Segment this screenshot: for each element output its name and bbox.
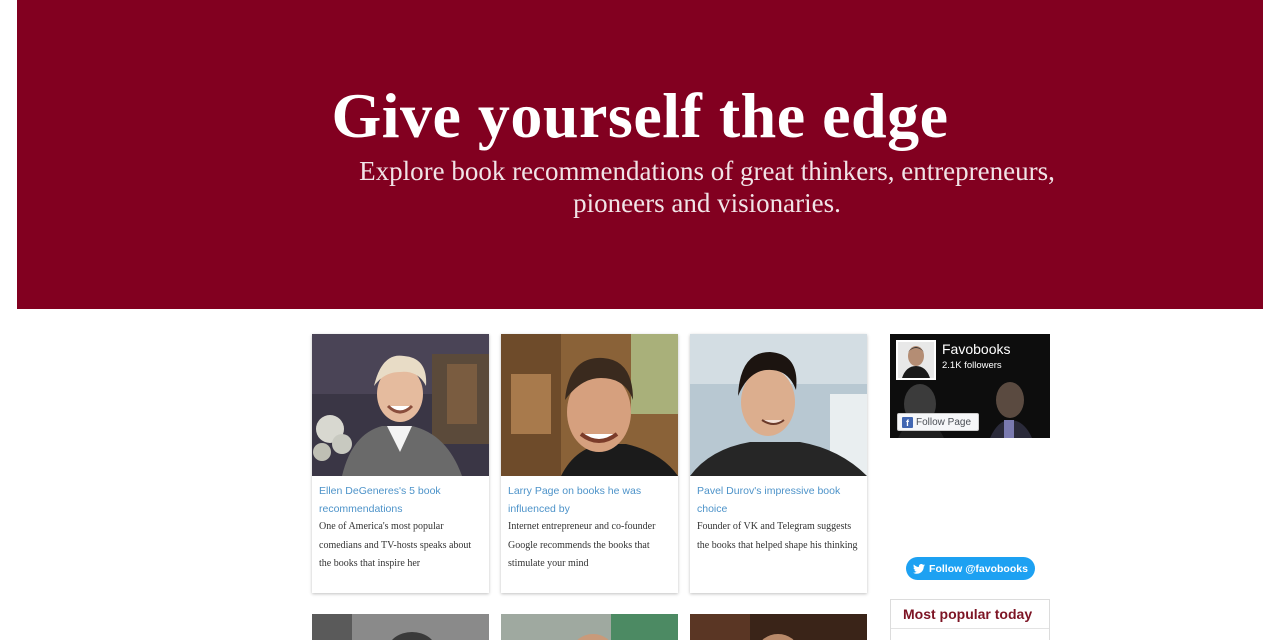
facebook-followers-count: 2.1K followers bbox=[942, 360, 1002, 371]
ellen-photo[interactable] bbox=[312, 334, 489, 476]
article-card-larry-page[interactable]: Larry Page on books he was influenced by… bbox=[501, 334, 678, 593]
most-popular-heading: Most popular today bbox=[903, 606, 1033, 622]
follow-page-label: Follow Page bbox=[916, 416, 972, 428]
facebook-follow-page-button[interactable]: f Follow Page bbox=[897, 413, 979, 431]
article-card-ellen[interactable]: Ellen DeGeneres's 5 book recommendations… bbox=[312, 334, 489, 593]
card-title-link[interactable]: Ellen DeGeneres's 5 book recommendations bbox=[319, 482, 482, 518]
facebook-page-widget[interactable]: Favobooks 2.1K followers f Follow Page bbox=[890, 334, 1050, 438]
hero-subtitle: Explore book recommendations of great th… bbox=[359, 156, 1055, 218]
card-description: One of America's most popular comedians … bbox=[319, 521, 472, 569]
card-body: Ellen DeGeneres's 5 book recommendations… bbox=[312, 476, 489, 574]
divider bbox=[891, 628, 1049, 629]
hero-title: Give yourself the edge bbox=[331, 80, 949, 151]
card-body: Larry Page on books he was influenced by… bbox=[501, 476, 678, 574]
most-popular-panel: Most popular today bbox=[890, 599, 1050, 640]
card-description: Internet entrepreneur and co-founder Goo… bbox=[508, 521, 656, 569]
card-description: Founder of VK and Telegram suggests the … bbox=[697, 521, 858, 551]
article-card-row2-3[interactable] bbox=[690, 614, 867, 640]
page-avatar[interactable] bbox=[896, 340, 936, 380]
twitter-follow-label: Follow @favobooks bbox=[929, 562, 1028, 575]
card-title-link[interactable]: Pavel Durov's impressive book choice bbox=[697, 482, 860, 518]
article-card-pavel-durov[interactable]: Pavel Durov's impressive book choice Fou… bbox=[690, 334, 867, 593]
larry-page-photo[interactable] bbox=[501, 334, 678, 476]
card-body: Pavel Durov's impressive book choice Fou… bbox=[690, 476, 867, 555]
facebook-icon: f bbox=[902, 416, 913, 428]
card-title-link[interactable]: Larry Page on books he was influenced by bbox=[508, 482, 671, 518]
twitter-bird-icon bbox=[913, 563, 926, 574]
facebook-page-name[interactable]: Favobooks bbox=[942, 341, 1010, 357]
hero-banner: Give yourself the edge Explore book reco… bbox=[17, 0, 1263, 309]
twitter-follow-button[interactable]: Follow @favobooks bbox=[906, 557, 1035, 580]
pavel-durov-photo[interactable] bbox=[690, 334, 867, 476]
article-card-row2-2[interactable] bbox=[501, 614, 678, 640]
article-card-row2-1[interactable] bbox=[312, 614, 489, 640]
